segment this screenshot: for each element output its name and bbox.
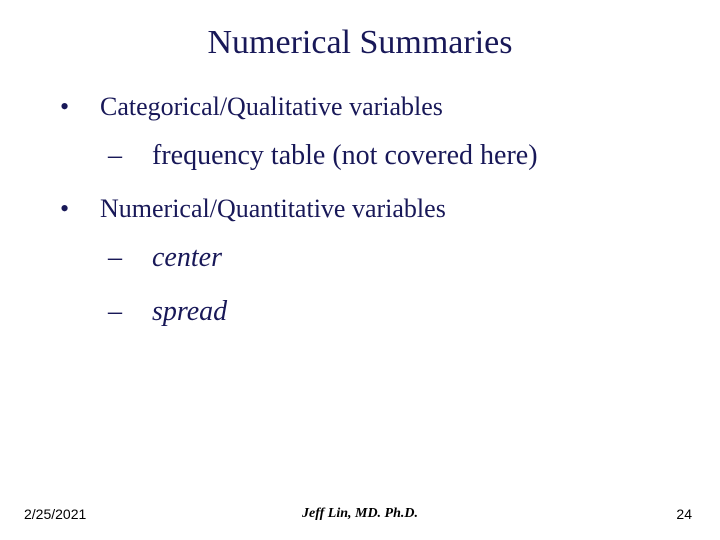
bullet-item: • Numerical/Quantitative variables xyxy=(60,194,720,224)
footer-date: 2/25/2021 xyxy=(24,506,86,522)
bullet-text: Numerical/Quantitative variables xyxy=(100,194,446,224)
sub-item: – spread xyxy=(60,296,720,328)
sub-item: – frequency table (not covered here) xyxy=(60,140,720,172)
sub-text: frequency table (not covered here) xyxy=(152,140,538,172)
sub-text: center xyxy=(152,242,222,274)
bullet-item: • Categorical/Qualitative variables xyxy=(60,92,720,122)
bullet-icon: • xyxy=(60,194,100,224)
slide-content: • Categorical/Qualitative variables – fr… xyxy=(0,62,720,328)
slide-title: Numerical Summaries xyxy=(0,0,720,62)
footer-page-number: 24 xyxy=(676,506,692,522)
dash-icon: – xyxy=(108,242,152,274)
sub-item: – center xyxy=(60,242,720,274)
dash-icon: – xyxy=(108,140,152,172)
dash-icon: – xyxy=(108,296,152,328)
bullet-icon: • xyxy=(60,92,100,122)
slide-footer: 2/25/2021 Jeff Lin, MD. Ph.D. 24 xyxy=(0,506,720,522)
bullet-text: Categorical/Qualitative variables xyxy=(100,92,443,122)
footer-author: Jeff Lin, MD. Ph.D. xyxy=(302,506,418,522)
sub-text: spread xyxy=(152,296,227,328)
